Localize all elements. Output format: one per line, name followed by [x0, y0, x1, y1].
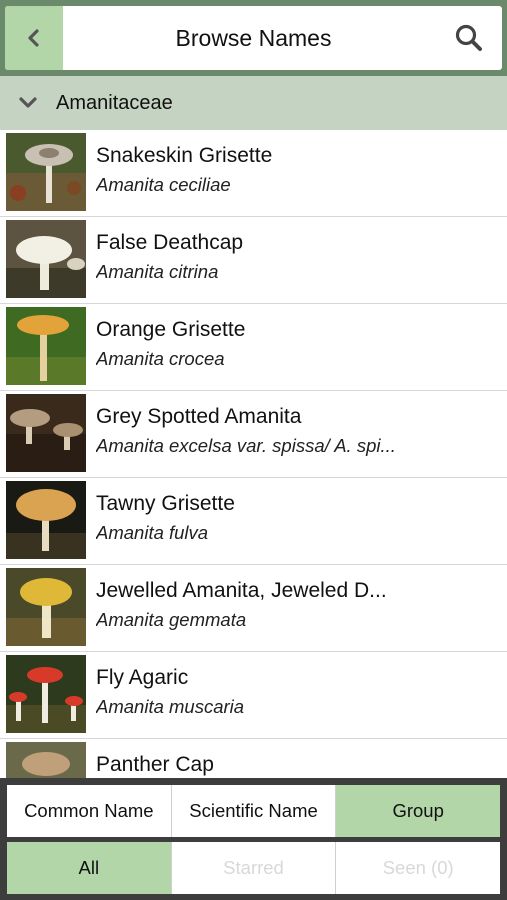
scientific-name: Amanita ceciliae [96, 174, 231, 195]
filter-segmented-control: All Starred Seen (0) [7, 842, 501, 894]
sort-group-button[interactable]: Group [336, 785, 501, 837]
mushroom-thumbnail [6, 307, 86, 385]
page-title: Browse Names [175, 24, 332, 51]
common-name: Snakeskin Grisette [96, 144, 273, 167]
sort-common-name-button[interactable]: Common Name [7, 785, 172, 837]
scientific-name: Amanita crocea [96, 348, 225, 369]
list-item[interactable]: Panther Cap [0, 739, 507, 778]
list-item[interactable]: Jewelled Amanita, Jeweled D... Amanita g… [0, 565, 507, 652]
bottom-toolbar: Common Name Scientific Name Group All St… [0, 778, 507, 900]
mushroom-thumbnail [6, 133, 86, 211]
scientific-name: Amanita citrina [96, 261, 219, 282]
common-name: Grey Spotted Amanita [96, 405, 302, 428]
scientific-name: Amanita muscaria [96, 696, 245, 717]
common-name: Jewelled Amanita, Jeweled D... [96, 579, 387, 602]
filter-seen-button[interactable]: Seen (0) [336, 842, 501, 894]
scientific-name: Amanita excelsa var. spissa/ A. spi... [96, 435, 396, 456]
mushroom-thumbnail [6, 394, 86, 472]
species-list[interactable]: Snakeskin Grisette Amanita ceciliae Fals… [0, 130, 507, 778]
scientific-name: Amanita fulva [96, 522, 209, 543]
list-item[interactable]: False Deathcap Amanita citrina [0, 217, 507, 304]
sort-scientific-name-button[interactable]: Scientific Name [171, 785, 337, 837]
mushroom-thumbnail [6, 568, 86, 646]
search-button[interactable] [444, 6, 494, 70]
common-name: False Deathcap [96, 231, 244, 254]
common-name: Fly Agaric [96, 666, 189, 689]
group-header-amanitaceae[interactable]: Amanitaceae [0, 76, 507, 130]
back-button[interactable] [5, 6, 63, 70]
list-item[interactable]: Tawny Grisette Amanita fulva [0, 478, 507, 565]
mushroom-thumbnail [6, 481, 86, 559]
common-name: Tawny Grisette [96, 492, 235, 515]
navigation-bar: Browse Names [0, 0, 507, 76]
list-item[interactable]: Orange Grisette Amanita crocea [0, 304, 507, 391]
mushroom-thumbnail [6, 742, 86, 778]
mushroom-thumbnail [6, 655, 86, 733]
chevron-left-icon [28, 29, 39, 47]
mushroom-thumbnail [6, 220, 86, 298]
common-name: Panther Cap [96, 753, 214, 776]
list-item[interactable]: Snakeskin Grisette Amanita ceciliae [0, 130, 507, 217]
sort-segmented-control: Common Name Scientific Name Group [7, 785, 501, 837]
chevron-down-icon [19, 97, 37, 108]
search-icon [455, 24, 482, 51]
group-label: Amanitaceae [56, 91, 173, 114]
list-item[interactable]: Fly Agaric Amanita muscaria [0, 652, 507, 739]
filter-all-button[interactable]: All [7, 842, 172, 894]
scientific-name: Amanita gemmata [96, 609, 247, 630]
list-item[interactable]: Grey Spotted Amanita Amanita excelsa var… [0, 391, 507, 478]
navigation-bar-inner: Browse Names [5, 6, 502, 70]
filter-starred-button[interactable]: Starred [171, 842, 337, 894]
common-name: Orange Grisette [96, 318, 246, 341]
